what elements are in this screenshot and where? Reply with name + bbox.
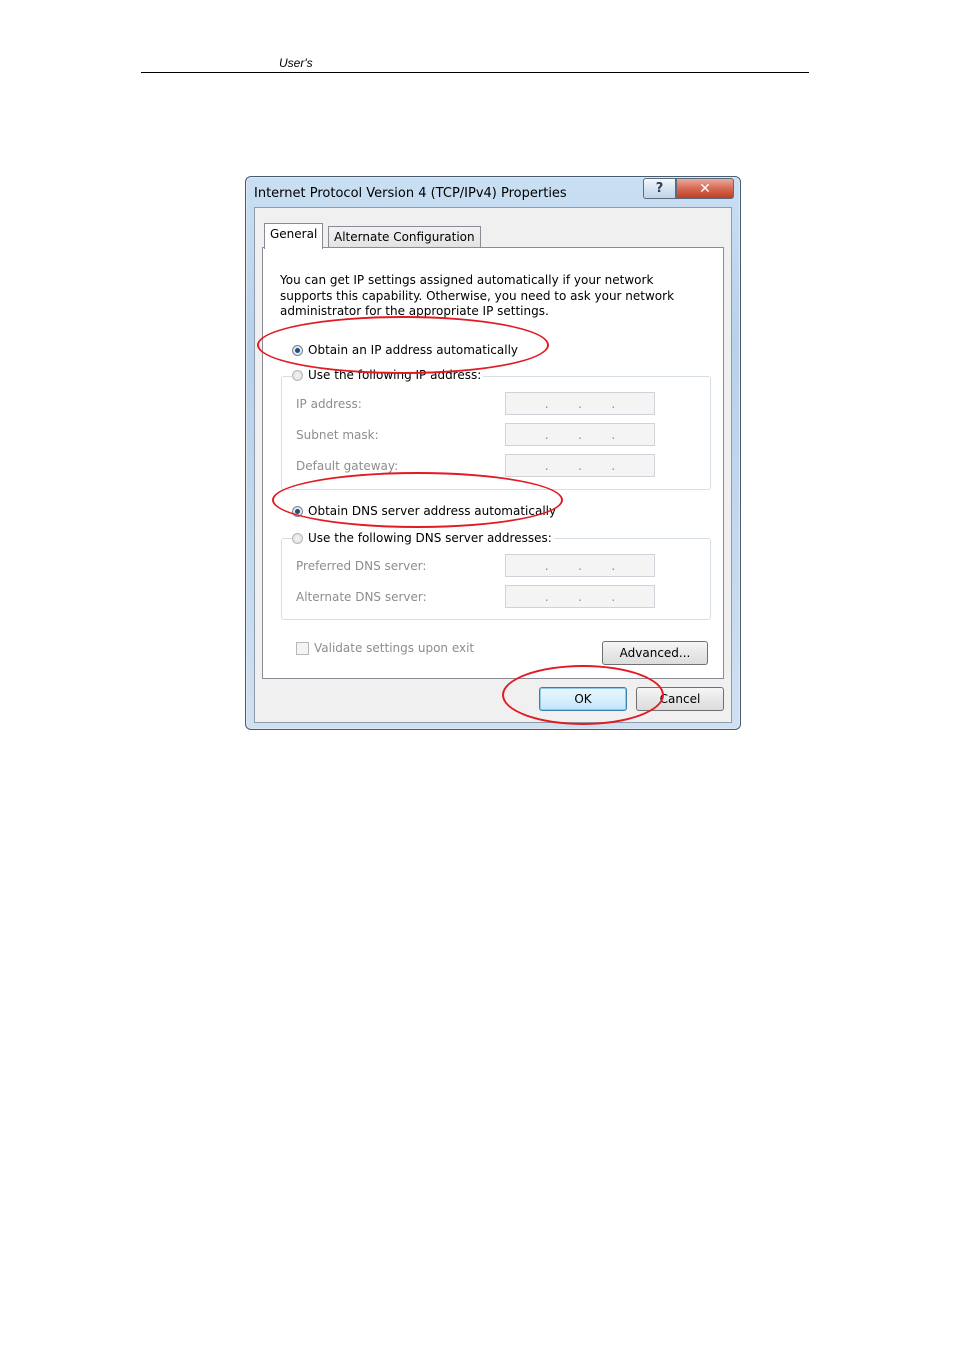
octet-separator: . [544,427,549,442]
advanced-button[interactable]: Advanced... [602,641,708,665]
document-header: User's [279,56,313,70]
alternate-dns-label: Alternate DNS server: [296,590,427,604]
use-following-dns-label: Use the following DNS server addresses: [308,531,552,545]
obtain-ip-auto-label: Obtain an IP address automatically [308,343,519,357]
header-rule [141,72,809,73]
obtain-dns-auto-label: Obtain DNS server address automatically [308,504,557,518]
octet-separator: . [544,589,549,604]
octet-separator: . [611,458,616,473]
obtain-dns-auto-radio[interactable]: Obtain DNS server address automatically [292,504,559,518]
octet-separator: . [544,458,549,473]
cancel-button[interactable]: Cancel [636,687,724,711]
use-following-ip-radio[interactable]: Use the following IP address: [292,368,484,382]
octet-separator: . [611,558,616,573]
description-text: You can get IP settings assigned automat… [280,273,675,318]
octet-separator: . [544,396,549,411]
close-button[interactable]: ✕ [676,178,734,199]
tab-general[interactable]: General [264,223,324,249]
radio-selected-icon [292,505,303,517]
preferred-dns-label: Preferred DNS server: [296,559,427,573]
alternate-dns-input[interactable]: . . . [505,585,655,608]
octet-separator: . [611,589,616,604]
tcpip-properties-dialog: Internet Protocol Version 4 (TCP/IPv4) P… [245,176,741,730]
default-gateway-input[interactable]: . . . [505,454,655,477]
help-icon: ? [655,181,664,196]
ok-button[interactable]: OK [539,687,627,711]
use-following-ip-label: Use the following IP address: [308,368,482,382]
octet-separator: . [544,558,549,573]
octet-separator: . [578,458,582,473]
octet-separator: . [611,427,616,442]
validate-settings-label: Validate settings upon exit [314,641,475,655]
general-tab-panel: You can get IP settings assigned automat… [262,247,724,679]
octet-separator: . [578,427,582,442]
radio-unselected-icon [292,369,303,381]
use-following-dns-radio[interactable]: Use the following DNS server addresses: [292,531,554,545]
subnet-mask-input[interactable]: . . . [505,423,655,446]
preferred-dns-input[interactable]: . . . [505,554,655,577]
octet-separator: . [611,396,616,411]
close-icon: ✕ [699,180,711,197]
subnet-mask-label: Subnet mask: [296,428,379,442]
default-gateway-label: Default gateway: [296,459,399,473]
ip-address-label: IP address: [296,397,362,411]
radio-unselected-icon [292,532,303,544]
obtain-ip-auto-radio[interactable]: Obtain an IP address automatically [292,343,521,357]
help-button[interactable]: ? [643,178,676,199]
octet-separator: . [578,396,582,411]
checkbox-box [296,641,309,655]
tab-alternate-configuration[interactable]: Alternate Configuration [328,226,481,247]
octet-separator: . [578,558,582,573]
octet-separator: . [578,589,582,604]
dialog-title: Internet Protocol Version 4 (TCP/IPv4) P… [254,186,567,201]
validate-settings-checkbox[interactable]: Validate settings upon exit [296,641,474,655]
radio-selected-icon [292,344,303,356]
dialog-client-area: General Alternate Configuration You can … [254,207,732,723]
ip-address-input[interactable]: . . . [505,392,655,415]
